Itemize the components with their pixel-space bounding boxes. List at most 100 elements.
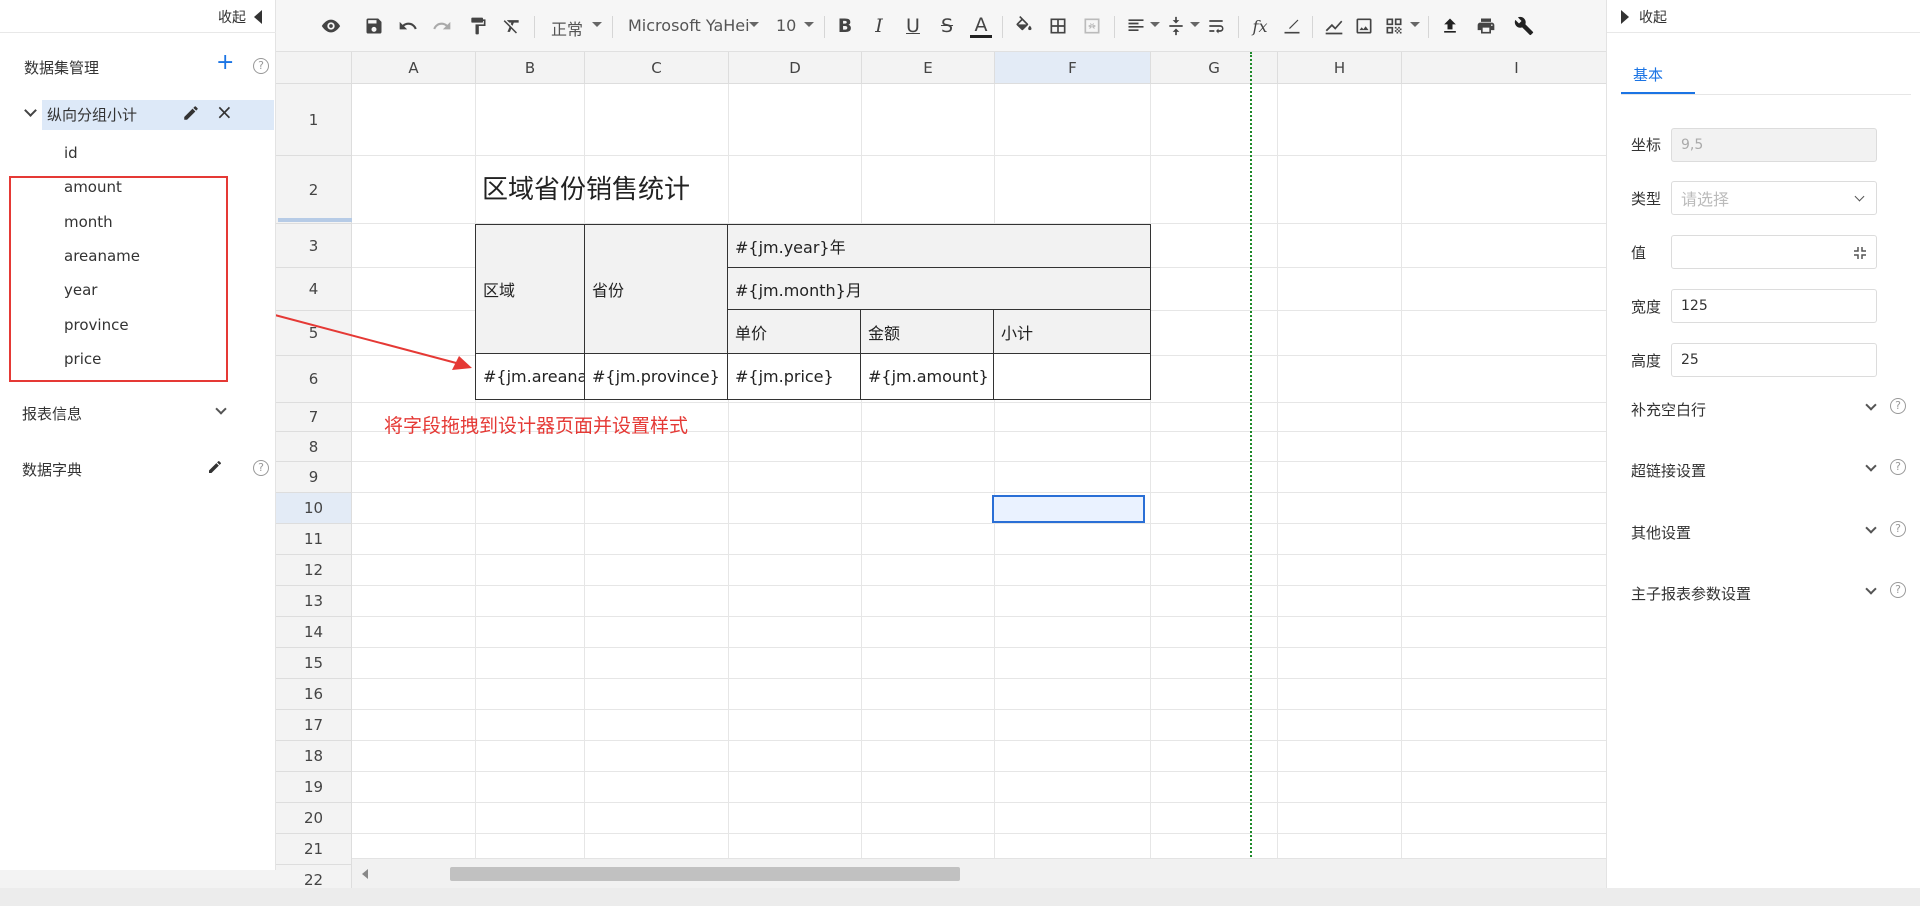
row-header[interactable]: 7 (276, 403, 352, 432)
row-header[interactable]: 14 (276, 617, 352, 648)
column-header[interactable]: D (729, 52, 862, 84)
column-header[interactable]: E (862, 52, 995, 84)
horizontal-scrollbar[interactable] (352, 858, 1606, 888)
help-icon[interactable]: ? (253, 460, 269, 476)
preview-eye-icon[interactable] (318, 14, 344, 38)
font-color-icon[interactable]: A (970, 14, 992, 38)
column-header[interactable]: H (1278, 52, 1402, 84)
value-field[interactable] (1671, 235, 1877, 269)
edit-pencil-icon[interactable] (182, 104, 200, 122)
scrollbar-thumb[interactable] (450, 867, 960, 881)
fill-color-icon[interactable] (1012, 14, 1036, 38)
row-header[interactable]: 8 (276, 432, 352, 462)
save-icon[interactable] (362, 14, 386, 38)
italic-icon[interactable]: I (868, 14, 890, 38)
selected-cell[interactable] (992, 495, 1145, 523)
row-header[interactable]: 9 (276, 462, 352, 493)
height-field[interactable]: 25 (1671, 343, 1877, 377)
dataset-item[interactable]: 纵向分组小计 × (42, 100, 274, 130)
chevron-down-icon[interactable] (1865, 460, 1877, 472)
help-icon[interactable]: ? (253, 58, 269, 74)
font-family-select[interactable]: Microsoft YaHei (628, 16, 750, 35)
column-header[interactable]: F (995, 52, 1151, 84)
row-header[interactable]: 20 (276, 803, 352, 834)
row-header[interactable]: 19 (276, 772, 352, 803)
chevron-down-icon[interactable] (215, 403, 227, 415)
other-settings-section[interactable]: 其他设置 (1631, 522, 1691, 543)
row-header[interactable]: 16 (276, 679, 352, 710)
row-header[interactable]: 17 (276, 710, 352, 741)
redo-icon[interactable] (430, 14, 454, 38)
column-header[interactable]: I (1402, 52, 1606, 84)
style-select[interactable]: 正常 (551, 16, 583, 40)
chevron-down-icon[interactable] (1865, 399, 1877, 411)
header-province-cell[interactable]: 省份 (584, 224, 728, 354)
chevron-down-icon[interactable] (1865, 522, 1877, 534)
align-left-icon[interactable] (1124, 14, 1148, 38)
help-icon[interactable]: ? (1890, 582, 1906, 598)
width-field[interactable]: 125 (1671, 289, 1877, 323)
add-dataset-icon[interactable]: + (216, 52, 234, 74)
data-edit-icon[interactable] (1280, 14, 1304, 38)
format-painter-icon[interactable] (466, 14, 490, 38)
font-size-select[interactable]: 10 (776, 16, 796, 35)
caret-down-icon[interactable] (804, 22, 814, 27)
upload-icon[interactable] (1438, 14, 1462, 38)
merge-cells-icon[interactable] (1080, 14, 1104, 38)
data-subtotal-cell[interactable] (993, 353, 1151, 400)
row-header[interactable]: 13 (276, 586, 352, 617)
data-province-cell[interactable]: #{jm.province} (584, 353, 728, 400)
blank-rows-section[interactable]: 补充空白行 (1631, 399, 1706, 420)
row-header[interactable]: 11 (276, 524, 352, 555)
settings-tools-icon[interactable] (1512, 14, 1536, 38)
spreadsheet-canvas[interactable]: ABCDEFGHI 1 2 3 4 5 6 7 8 9 10 11 12 13 14 15 16 17 18 19 2… (276, 52, 1606, 888)
field-item[interactable]: id (64, 144, 78, 162)
caret-down-icon[interactable] (1150, 22, 1160, 27)
header-amount-cell[interactable]: 金额 (860, 309, 994, 354)
strikethrough-icon[interactable]: S (936, 14, 958, 38)
row-header[interactable]: 12 (276, 555, 352, 586)
row-header[interactable]: 10 (276, 493, 352, 524)
type-select[interactable]: 请选择 (1671, 181, 1877, 215)
column-header[interactable]: C (585, 52, 729, 84)
report-info-section[interactable]: 报表信息 (22, 403, 82, 424)
header-subtotal-cell[interactable]: 小计 (993, 309, 1151, 354)
row-header[interactable]: 21 (276, 834, 352, 865)
underline-icon[interactable]: U (902, 14, 924, 38)
chart-icon[interactable] (1322, 14, 1346, 38)
edit-pencil-icon[interactable] (207, 459, 223, 475)
clear-format-icon[interactable] (500, 14, 524, 38)
expand-icon[interactable] (1852, 245, 1868, 261)
caret-down-icon[interactable] (1410, 22, 1420, 27)
function-icon[interactable]: fx (1248, 14, 1272, 38)
tab-basic[interactable]: 基本 (1633, 64, 1663, 85)
print-icon[interactable] (1474, 14, 1498, 38)
bold-icon[interactable]: B (834, 14, 856, 38)
data-dictionary-section[interactable]: 数据字典 (22, 459, 82, 480)
vertical-align-icon[interactable] (1164, 14, 1188, 38)
row-header[interactable]: 22 (276, 865, 352, 888)
data-price-cell[interactable]: #{jm.price} (727, 353, 861, 400)
scroll-left-icon[interactable] (362, 869, 368, 879)
header-year-cell[interactable]: #{jm.year}年 (727, 224, 1151, 268)
chevron-down-icon[interactable] (1865, 583, 1877, 595)
close-icon[interactable]: × (216, 102, 233, 122)
qrcode-icon[interactable] (1382, 14, 1406, 38)
wrap-text-icon[interactable] (1204, 14, 1228, 38)
column-header[interactable]: G (1151, 52, 1278, 84)
border-icon[interactable] (1046, 14, 1070, 38)
caret-down-icon[interactable] (749, 22, 759, 27)
help-icon[interactable]: ? (1890, 521, 1906, 537)
chevron-down-icon[interactable] (24, 104, 37, 117)
header-price-cell[interactable]: 单价 (727, 309, 861, 354)
row-header[interactable]: 15 (276, 648, 352, 679)
left-collapse-toggle[interactable]: 收起 (0, 0, 276, 32)
caret-down-icon[interactable] (592, 22, 602, 27)
help-icon[interactable]: ? (1890, 398, 1906, 414)
data-amount-cell[interactable]: #{jm.amount} (860, 353, 994, 400)
header-month-cell[interactable]: #{jm.month}月 (727, 267, 1151, 310)
row-header[interactable]: 18 (276, 741, 352, 772)
help-icon[interactable]: ? (1890, 459, 1906, 475)
sub-report-params-section[interactable]: 主子报表参数设置 (1631, 583, 1751, 604)
caret-down-icon[interactable] (1190, 22, 1200, 27)
